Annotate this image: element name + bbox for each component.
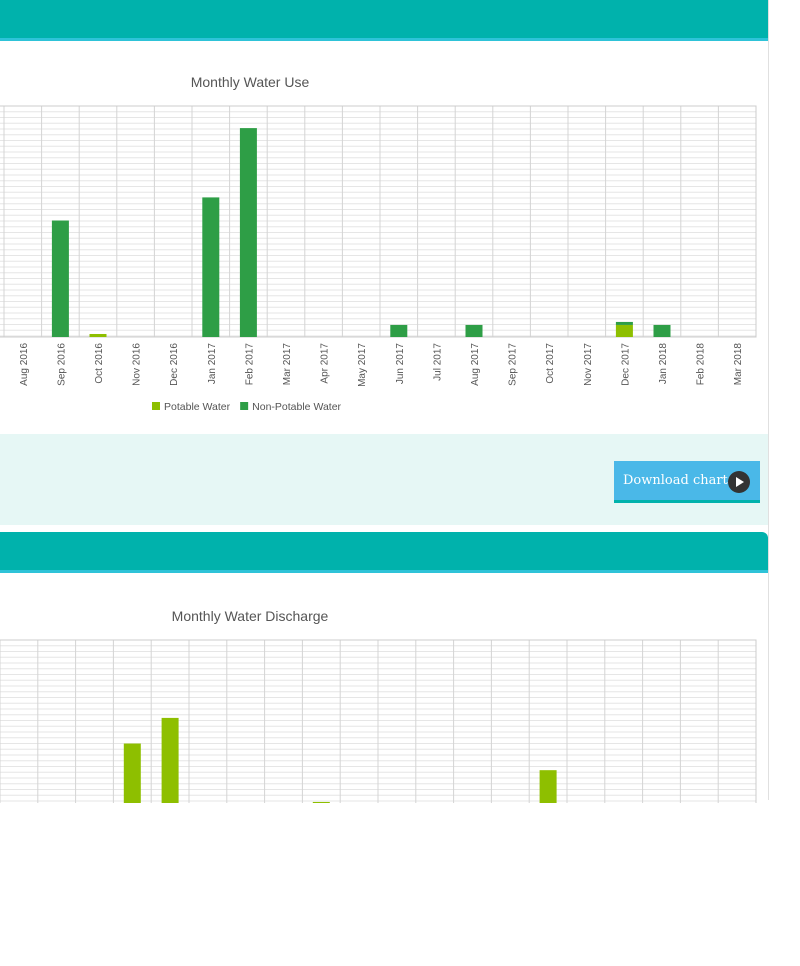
x-tick-label: Sep 2017 <box>508 343 519 386</box>
x-tick-label: Nov 2016 <box>132 343 143 386</box>
water-use-chart-svg: Aug 2016 Sep 2016 Oct 2016 Nov 2016 Dec 2016… <box>0 105 757 413</box>
x-tick-label: Mar 2017 <box>282 343 293 386</box>
download-chart-button[interactable]: Download chart <box>614 461 760 503</box>
x-tick-label: Oct 2017 <box>545 343 556 384</box>
legend-label[interactable]: Potable Water <box>164 401 231 413</box>
x-tick-label: Aug 2016 <box>19 343 30 386</box>
x-tick-label: Jan 2017 <box>207 343 218 385</box>
chart-title: Monthly Water Discharge <box>171 608 329 624</box>
x-tick-label: Dec 2016 <box>169 343 180 386</box>
x-tick-label: Jul 2017 <box>432 343 443 381</box>
water-use-chart: Monthly Water Use Aug 2016 Sep 2016 Oct 20… <box>0 41 768 434</box>
bar <box>615 324 633 337</box>
x-tick-label: Sep 2016 <box>56 343 67 386</box>
chart-title: Monthly Water Use <box>190 74 310 90</box>
bar <box>312 801 330 804</box>
bar <box>615 321 633 325</box>
bar <box>539 770 557 804</box>
chart-footer: Download chart <box>0 434 768 525</box>
chart-grid <box>0 105 757 337</box>
x-tick-label: Aug 2017 <box>470 343 481 386</box>
chart-legend: Potable Water Non-Potable Water <box>152 401 342 413</box>
x-tick-label: May 2017 <box>357 343 368 387</box>
water-discharge-chart: Monthly Water Discharge <box>0 573 768 966</box>
x-tick-label: Dec 2017 <box>620 343 631 386</box>
bar <box>239 128 257 337</box>
bar <box>161 717 179 804</box>
card-header <box>0 0 768 41</box>
bar <box>89 333 107 337</box>
bar <box>653 324 671 337</box>
x-tick-label: Nov 2017 <box>583 343 594 386</box>
card-header <box>0 532 768 573</box>
x-tick-label: Jun 2017 <box>395 343 406 385</box>
page-scroll-edge <box>768 0 769 800</box>
bar <box>202 197 220 337</box>
bar <box>123 743 141 804</box>
chart-grid <box>0 639 757 804</box>
play-icon <box>728 471 750 493</box>
water-use-card: Monthly Water Use Aug 2016 Sep 2016 Oct 20… <box>0 0 768 525</box>
x-tick-label: Feb 2018 <box>696 343 707 386</box>
x-tick-label: Apr 2017 <box>320 343 331 384</box>
legend-swatch <box>240 402 249 410</box>
x-tick-label: Mar 2018 <box>733 343 744 386</box>
x-tick-label: Feb 2017 <box>244 343 255 386</box>
x-tick-label: Jan 2018 <box>658 343 669 385</box>
x-tick-label: Oct 2016 <box>94 343 105 384</box>
bar <box>51 220 69 337</box>
legend-label[interactable]: Non-Potable Water <box>252 401 341 413</box>
water-discharge-card: Monthly Water Discharge <box>0 532 768 805</box>
legend-swatch <box>152 402 160 410</box>
bar <box>390 324 408 337</box>
bar <box>465 324 483 337</box>
download-chart-label: Download chart <box>623 473 728 488</box>
